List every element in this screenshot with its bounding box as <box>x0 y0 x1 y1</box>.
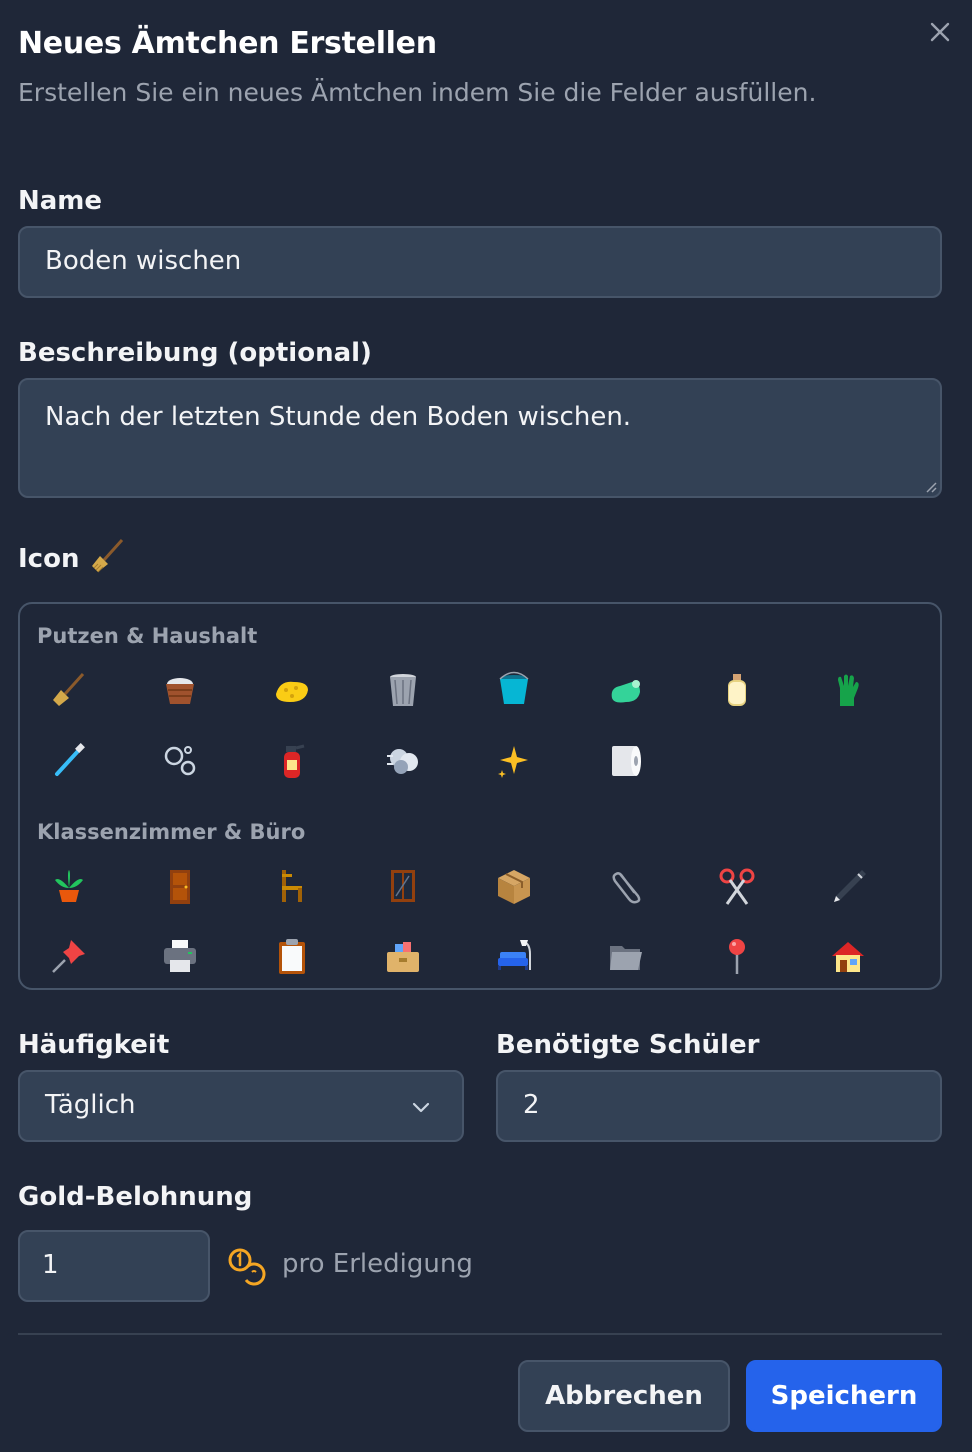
icon-label: Icon <box>18 544 80 574</box>
laundry-basket-icon[interactable] <box>152 662 208 718</box>
footer-divider <box>18 1333 942 1335</box>
frequency-select-value: Täglich <box>45 1090 136 1120</box>
resize-handle-icon[interactable] <box>923 479 937 493</box>
cancel-button[interactable]: Abbrechen <box>518 1360 730 1432</box>
package-icon[interactable] <box>486 858 542 914</box>
description-textarea-value: Nach der letzten Stunde den Boden wische… <box>45 402 632 432</box>
sparkles-icon[interactable] <box>486 732 542 788</box>
save-button[interactable]: Speichern <box>746 1360 942 1432</box>
chevron-down-icon <box>412 1102 430 1113</box>
icon-picker: Putzen & Haushalt Klassenzimmer & Büro <box>18 602 942 990</box>
fire-extinguisher-icon[interactable] <box>264 732 320 788</box>
gold-suffix: pro Erledigung <box>282 1249 473 1279</box>
bubbles-icon[interactable] <box>152 732 208 788</box>
sponge-icon[interactable] <box>264 662 320 718</box>
lotion-bottle-icon[interactable] <box>709 662 765 718</box>
close-button[interactable] <box>926 18 954 46</box>
close-icon <box>930 22 950 42</box>
paper-roll-icon[interactable] <box>598 732 654 788</box>
scissors-icon[interactable] <box>709 858 765 914</box>
name-input[interactable]: Boden wischen <box>18 226 942 298</box>
category-title-classroom: Klassenzimmer & Büro <box>37 820 306 844</box>
toothbrush-icon[interactable] <box>41 732 97 788</box>
name-input-value: Boden wischen <box>45 246 242 276</box>
card-file-box-icon[interactable] <box>375 928 431 984</box>
pushpin-icon[interactable] <box>41 928 97 984</box>
bucket-icon[interactable] <box>486 662 542 718</box>
glove-icon[interactable] <box>820 662 876 718</box>
dialog-title: Neues Ämtchen Erstellen <box>18 26 437 61</box>
gold-label: Gold-Belohnung <box>18 1182 253 1212</box>
pen-icon[interactable] <box>820 858 876 914</box>
paperclip-icon[interactable] <box>598 858 654 914</box>
file-folder-icon[interactable] <box>598 928 654 984</box>
wastebasket-icon[interactable] <box>375 662 431 718</box>
category-title-cleaning: Putzen & Haushalt <box>37 624 258 648</box>
gold-input[interactable]: 1 <box>18 1230 210 1302</box>
students-label: Benötigte Schüler <box>496 1030 760 1060</box>
chair-icon[interactable] <box>264 858 320 914</box>
printer-icon[interactable] <box>152 928 208 984</box>
description-textarea[interactable]: Nach der letzten Stunde den Boden wische… <box>18 378 942 498</box>
create-chore-dialog: Neues Ämtchen Erstellen Erstellen Sie ei… <box>0 0 972 1452</box>
round-pushpin-icon[interactable] <box>709 928 765 984</box>
frequency-select[interactable]: Täglich <box>18 1070 464 1142</box>
name-label: Name <box>18 186 103 216</box>
frequency-label: Häufigkeit <box>18 1030 170 1060</box>
gold-input-value: 1 <box>42 1250 59 1280</box>
spray-bottle-icon[interactable] <box>598 662 654 718</box>
broom-icon[interactable] <box>41 662 97 718</box>
dialog-subtitle: Erstellen Sie ein neues Ämtchen indem Si… <box>18 78 817 107</box>
clipboard-icon[interactable] <box>264 928 320 984</box>
students-input[interactable]: 2 <box>496 1070 942 1142</box>
couch-icon[interactable] <box>486 928 542 984</box>
potted-plant-icon[interactable] <box>41 858 97 914</box>
house-icon[interactable] <box>820 928 876 984</box>
students-input-value: 2 <box>523 1090 540 1120</box>
description-label: Beschreibung (optional) <box>18 338 372 368</box>
coins-icon <box>226 1246 266 1286</box>
selected-broom-icon <box>88 536 128 576</box>
dust-cloud-icon[interactable] <box>375 732 431 788</box>
window-icon[interactable] <box>375 858 431 914</box>
door-icon[interactable] <box>152 858 208 914</box>
